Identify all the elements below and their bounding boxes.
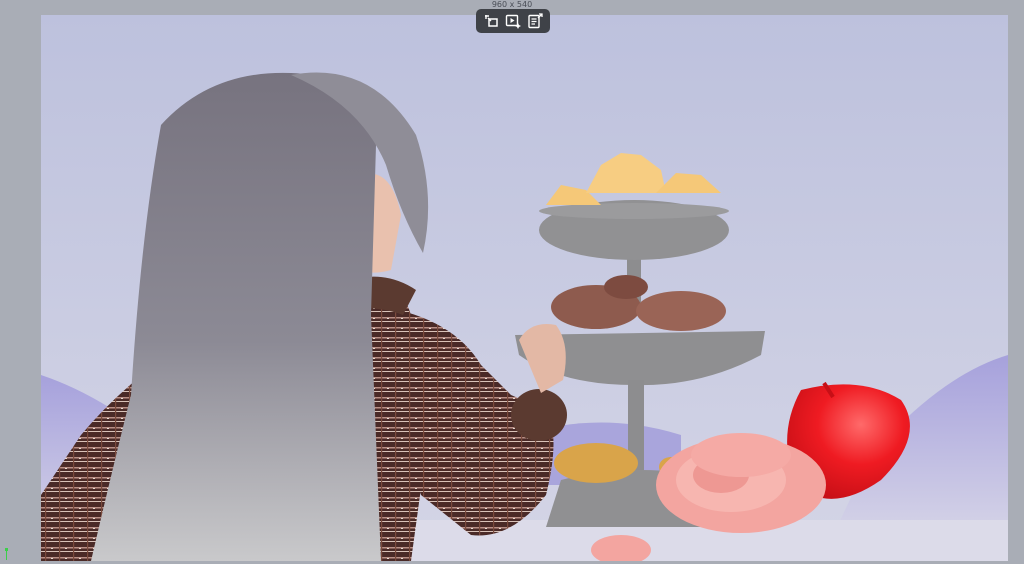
crop-frame-button[interactable]: [481, 11, 501, 31]
viewport-toolbar: [476, 9, 550, 33]
notes-export-icon: [528, 13, 543, 29]
play-sparkle-button[interactable]: [503, 11, 523, 31]
scene-render: [41, 15, 1008, 561]
play-sparkle-icon: [505, 14, 521, 29]
axis-gizmo-icon: [5, 548, 8, 560]
crop-frame-icon: [485, 15, 498, 27]
notes-export-button[interactable]: [525, 11, 545, 31]
editor-workspace: 960 x 540: [0, 0, 1024, 564]
scene-viewport[interactable]: [41, 15, 1008, 561]
